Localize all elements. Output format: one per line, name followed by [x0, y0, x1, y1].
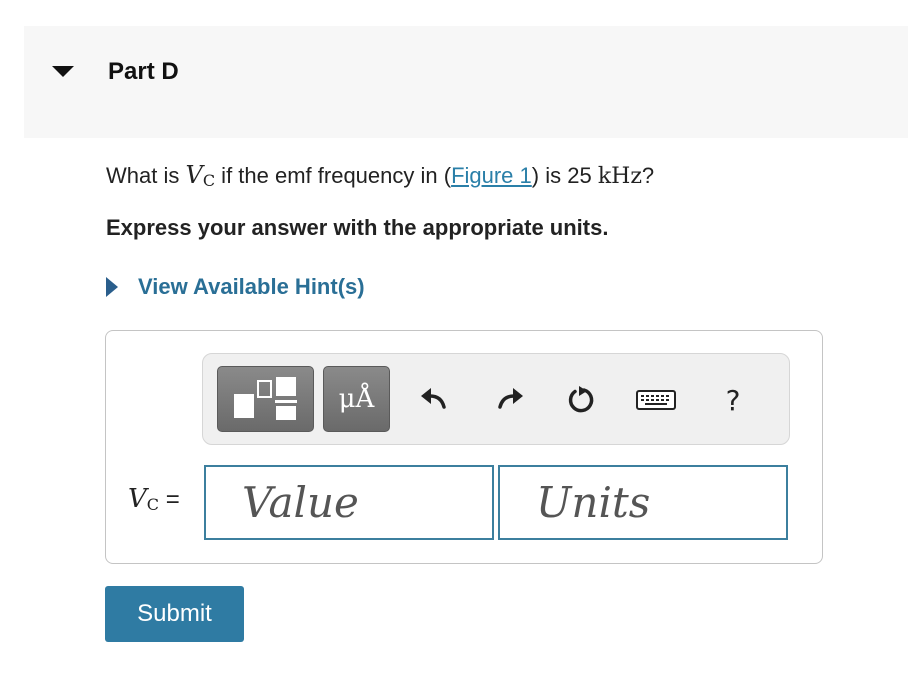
units-input[interactable]: [498, 465, 788, 540]
question-suffix: ?: [641, 163, 655, 188]
units-button-label: μÅ: [338, 384, 375, 414]
submit-button[interactable]: Submit: [105, 586, 244, 642]
instruction-text: Express your answer with the appropriate…: [106, 215, 609, 240]
help-icon[interactable]: ?: [718, 383, 748, 417]
question-prefix: What is: [106, 163, 186, 188]
hint-label: View Available Hint(s): [138, 274, 365, 299]
question-text: What is VC if the emf frequency in (Figu…: [106, 161, 654, 190]
redo-icon[interactable]: [496, 383, 526, 417]
reset-icon[interactable]: [566, 383, 596, 417]
value-input[interactable]: [204, 465, 494, 540]
question-variable: VC: [185, 161, 216, 190]
answer-variable-label: VC =: [128, 484, 180, 514]
expand-triangle-icon: [106, 277, 118, 297]
collapse-triangle-icon[interactable]: [52, 66, 74, 77]
question-middle: if the emf frequency in (: [215, 163, 452, 188]
keyboard-icon[interactable]: [636, 383, 676, 417]
variable-symbol: V: [185, 161, 203, 189]
equals-sign: =: [159, 486, 180, 513]
templates-icon: [234, 377, 297, 420]
variable-subscript: C: [202, 171, 216, 190]
templates-button[interactable]: [217, 366, 314, 432]
view-hints-toggle[interactable]: View Available Hint(s): [106, 274, 365, 300]
undo-icon[interactable]: [418, 383, 448, 417]
part-title: Part D: [108, 58, 179, 85]
answer-variable-symbol: V: [128, 484, 147, 514]
units-button[interactable]: μÅ: [323, 366, 390, 432]
answer-variable-subscript: C: [146, 495, 160, 514]
question-after-link: ) is 25: [531, 163, 598, 188]
frequency-unit: kHz: [597, 164, 642, 189]
figure-link[interactable]: Figure 1: [451, 163, 532, 188]
